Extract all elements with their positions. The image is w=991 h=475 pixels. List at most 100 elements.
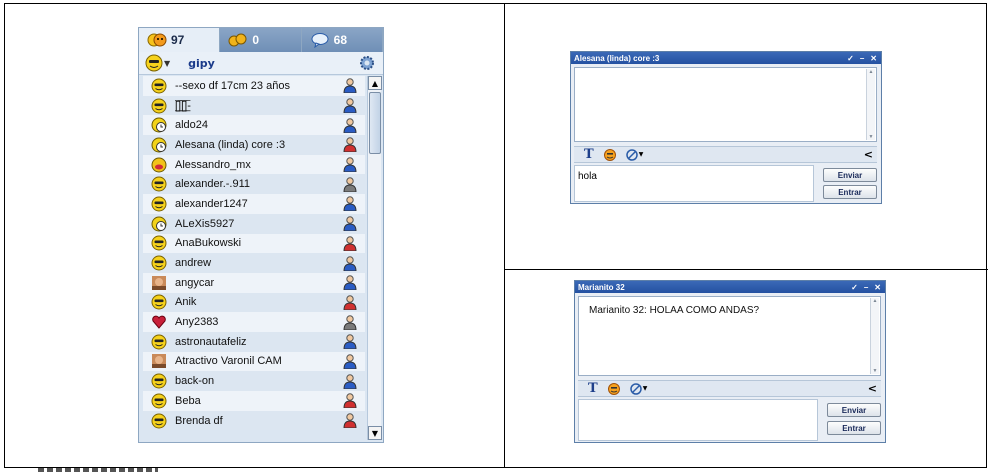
contact-row[interactable]: Alessandro_mx (143, 154, 365, 175)
chats-count: 68 (333, 33, 348, 47)
contact-row[interactable]: back-on (143, 371, 365, 391)
smiley-avatar-icon (151, 196, 167, 212)
nudge-icon[interactable] (625, 148, 638, 161)
contact-row[interactable]: Brenda df (143, 410, 365, 431)
contact-name: Anik (175, 296, 197, 309)
contact-name: Alesana (linda) core :3 (175, 138, 286, 151)
contact-row[interactable]: Anik (143, 292, 365, 313)
contact-name: ALeXis5927 (175, 217, 235, 230)
contact-row[interactable]: Alesana (linda) core :3 (143, 135, 365, 155)
female-user-icon (343, 295, 357, 310)
text-format-icon[interactable]: T (588, 381, 598, 396)
scroll-up-button[interactable]: ▲ (368, 76, 382, 90)
confirm-button[interactable]: ✓ (851, 283, 858, 292)
chat-window-marianito: Marianito 32 ✓ – ✕ Marianito 32: HOLAA C… (574, 280, 886, 443)
smiley-avatar-icon (151, 413, 167, 429)
male-user-icon (343, 196, 357, 212)
contact-row[interactable]: AnaBukowski (143, 233, 365, 254)
contact-row[interactable]: Beba (143, 391, 365, 411)
collapse-toolbar-button[interactable]: < (864, 148, 873, 161)
female-user-icon (343, 137, 357, 153)
male-user-icon (343, 98, 357, 114)
clock-avatar-icon (151, 216, 167, 232)
clock-avatar-icon (151, 137, 167, 153)
smiley-avatar-icon (151, 176, 167, 192)
smiley-avatar-icon (151, 334, 167, 350)
contact-row[interactable]: angycar (143, 272, 365, 293)
horizontal-divider (505, 269, 988, 270)
friends-count: 97 (171, 33, 185, 47)
heart-avatar-icon (152, 315, 166, 329)
send-button[interactable]: Enviar (823, 168, 877, 182)
confirm-button[interactable]: ✓ (847, 54, 854, 63)
contact-list-panel: 97 0 68 ▼ gipy --sexo df 17cm 23 años [̲… (138, 27, 384, 443)
caption-fragment (38, 468, 158, 472)
enter-button[interactable]: Entrar (827, 421, 881, 435)
chat-history-scrollbar[interactable] (866, 69, 875, 140)
emoticon-icon[interactable] (603, 148, 616, 161)
contact-name: andrew (175, 257, 212, 270)
contact-row[interactable]: [̲̅]̲̅[̲̅]̲̅- (143, 95, 365, 116)
status-dropdown-caret[interactable]: ▼ (164, 59, 170, 68)
male-user-icon (343, 373, 357, 389)
contact-row[interactable]: alexander1247 (143, 194, 365, 214)
nudge-dropdown-caret[interactable]: ▼ (639, 151, 644, 158)
contact-list-scrollbar[interactable]: ▲ ▼ (367, 76, 382, 440)
male-user-icon (343, 216, 357, 232)
male-user-icon (343, 78, 357, 94)
chat-history: Marianito 32: HOLAA COMO ANDAS? (578, 296, 881, 376)
contact-row[interactable]: Any2383 (143, 312, 365, 332)
smiley-avatar-icon (151, 255, 167, 271)
current-user-name: gipy (188, 56, 215, 70)
male-user-icon (343, 354, 357, 369)
female-user-icon (343, 393, 357, 409)
collapse-toolbar-button[interactable]: < (868, 382, 877, 395)
scroll-thumb[interactable] (369, 92, 381, 154)
contact-row[interactable]: astronautafeliz (143, 331, 365, 352)
contact-row[interactable]: andrew (143, 253, 365, 273)
chat-title: Alesana (linda) core :3 (574, 53, 660, 63)
chat-history-scrollbar[interactable] (870, 298, 879, 374)
chat-format-toolbar: T ▼ < (578, 380, 881, 397)
close-button[interactable]: ✕ (874, 283, 881, 292)
send-button[interactable]: Enviar (827, 403, 881, 417)
contact-name: Beba (175, 394, 201, 407)
friends-icon (147, 33, 167, 47)
text-format-icon[interactable]: T (584, 147, 594, 162)
male-user-icon (343, 255, 357, 271)
contact-row[interactable]: ALeXis5927 (143, 213, 365, 234)
chat-format-toolbar: T ▼ < (574, 146, 877, 163)
chat-titlebar[interactable]: Alesana (linda) core :3 ✓ – ✕ (571, 52, 881, 64)
groups-count: 0 (252, 33, 260, 47)
message-input[interactable]: hola (574, 165, 814, 202)
tab-groups[interactable]: 0 (220, 28, 302, 52)
contact-name: Atractivo Varonil CAM (175, 355, 282, 368)
group-icon (228, 33, 247, 47)
chat-history (574, 67, 877, 142)
tab-chats[interactable]: 68 (301, 28, 383, 52)
smiley-icon[interactable] (145, 54, 163, 72)
offline-user-icon (343, 177, 357, 192)
contact-row[interactable]: Atractivo Varonil CAM (143, 351, 365, 372)
minimize-button[interactable]: – (864, 283, 868, 292)
close-button[interactable]: ✕ (870, 54, 877, 63)
tab-friends[interactable]: 97 (139, 28, 221, 52)
contact-name: [̲̅]̲̅[̲̅]̲̅- (175, 99, 191, 112)
minimize-button[interactable]: – (860, 54, 864, 63)
nudge-icon[interactable] (629, 382, 642, 395)
contact-row[interactable]: alexander.-.911 (143, 174, 365, 195)
nudge-dropdown-caret[interactable]: ▼ (643, 385, 648, 392)
enter-button[interactable]: Entrar (823, 185, 877, 199)
scroll-down-button[interactable]: ▼ (368, 426, 382, 440)
gear-icon[interactable] (359, 55, 375, 71)
contact-row[interactable]: --sexo df 17cm 23 años (143, 76, 365, 96)
smiley-avatar-icon (151, 393, 167, 409)
chat-titlebar[interactable]: Marianito 32 ✓ – ✕ (575, 281, 885, 293)
photo-avatar-icon (152, 354, 166, 369)
chat-title: Marianito 32 (578, 282, 625, 292)
contact-name: aldo24 (175, 119, 209, 132)
contact-row[interactable]: aldo24 (143, 115, 365, 136)
message-input[interactable] (578, 399, 818, 441)
emoticon-icon[interactable] (607, 382, 620, 395)
chat-bubble-icon (311, 33, 329, 48)
